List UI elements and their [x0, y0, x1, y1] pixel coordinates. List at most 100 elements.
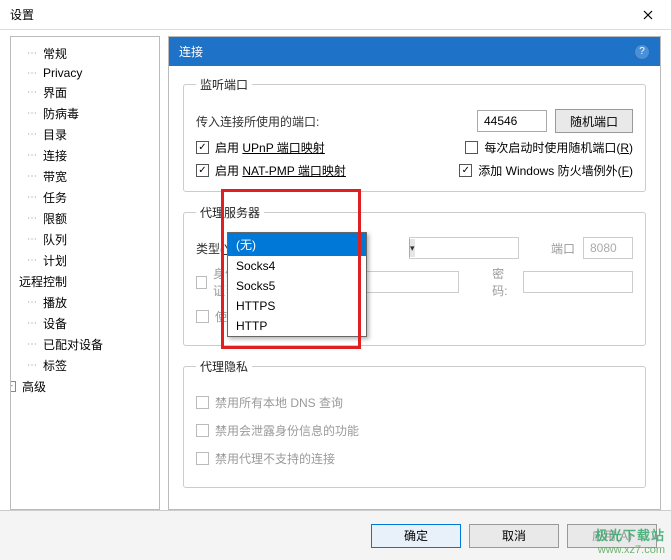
proxy-host-input: [409, 237, 519, 259]
random-start-checkbox[interactable]: 每次启动时使用随机端口(R): [465, 139, 633, 156]
checkbox-icon: [196, 396, 209, 409]
sidebar-item-label: 防病毒: [43, 105, 79, 122]
sidebar-item-advanced[interactable]: +高级: [15, 376, 155, 397]
sidebar-item-label: 标签: [43, 357, 67, 374]
sidebar-item-label: 远程控制: [19, 273, 67, 290]
sidebar-item-connection[interactable]: ⋯连接: [15, 145, 155, 166]
row-incoming-port: 传入连接所使用的端口: 随机端口: [196, 109, 633, 133]
incoming-port-label: 传入连接所使用的端口:: [196, 113, 319, 130]
dropdown-option[interactable]: HTTP: [228, 316, 366, 336]
sidebar-item-label: 已配对设备: [43, 336, 103, 353]
upnp-checkbox[interactable]: 启用 UPnP 端口映射: [196, 139, 325, 156]
section-listen-legend: 监听端口: [196, 76, 252, 93]
checkbox-icon: [196, 424, 209, 437]
sidebar-item-label: 播放: [43, 294, 67, 311]
sidebar-item-remote[interactable]: 远程控制: [15, 271, 155, 292]
row-natpmp-firewall: 启用 NAT-PMP 端口映射 添加 Windows 防火墙例外(F): [196, 162, 633, 179]
row-privacy-unsupported: 禁用代理不支持的连接: [196, 447, 633, 469]
panel-title: 连接: [179, 43, 203, 60]
close-button[interactable]: [625, 0, 671, 30]
checkbox-label: 添加 Windows 防火墙例外(F): [478, 162, 633, 179]
sidebar-item-label: 设备: [43, 315, 67, 332]
row-privacy-leak: 禁用会泄露身份信息的功能: [196, 419, 633, 441]
section-proxy-legend: 代理服务器: [196, 204, 264, 221]
dropdown-option[interactable]: Socks4: [228, 256, 366, 276]
privacy-leak-checkbox: 禁用会泄露身份信息的功能: [196, 422, 359, 439]
tree-dots-icon: ⋯: [27, 48, 37, 59]
dropdown-option[interactable]: (无): [228, 233, 366, 256]
sidebar-tree[interactable]: ⋯ 常规 ⋯ Privacy ⋯ 界面 ⋯ 防病毒 ⋯ 目录 ⋯连接 ⋯ 带宽 ⋯任务 ⋯ 限…: [10, 36, 160, 510]
incoming-port-input[interactable]: [477, 110, 547, 132]
tree-dots-icon: ⋯: [27, 129, 37, 140]
sidebar-item-label: 常规: [43, 45, 67, 62]
checkbox-label: 禁用会泄露身份信息的功能: [215, 422, 359, 439]
checkbox-icon: [196, 452, 209, 465]
checkbox-label: 每次启动时使用随机端口(R): [484, 139, 633, 156]
proxy-pass-input: [523, 271, 633, 293]
dropdown-option[interactable]: HTTPS: [228, 296, 366, 316]
tree-dots-icon: ⋯: [27, 171, 37, 182]
checkbox-icon: [196, 164, 209, 177]
cancel-button[interactable]: 取消: [469, 524, 559, 548]
sidebar-item-antivirus[interactable]: ⋯ 防病毒: [15, 103, 155, 124]
section-privacy: 代理隐私 禁用所有本地 DNS 查询 禁用会泄露身份信息的功能: [183, 358, 646, 488]
sidebar-item-paired[interactable]: ⋯ 已配对设备: [15, 334, 155, 355]
tree-dots-icon: ⋯: [27, 234, 37, 245]
row-upnp-random: 启用 UPnP 端口映射 每次启动时使用随机端口(R): [196, 139, 633, 156]
tree-dots-icon: ⋯: [27, 339, 37, 350]
checkbox-icon: [196, 276, 207, 289]
footer: 确定 取消 应用(A): [0, 510, 671, 560]
expand-icon[interactable]: +: [10, 381, 16, 392]
random-port-button[interactable]: 随机端口: [555, 109, 633, 133]
sidebar-item-label: 带宽: [43, 168, 67, 185]
tree-dots-icon: ⋯: [27, 108, 37, 119]
section-privacy-legend: 代理隐私: [196, 358, 252, 375]
chevron-down-icon[interactable]: ▾: [409, 239, 415, 257]
sidebar-item-queue[interactable]: ⋯队列: [15, 229, 155, 250]
dropdown-option[interactable]: Socks5: [228, 276, 366, 296]
proxy-port-label: 端口: [551, 240, 575, 257]
sidebar-item-playback[interactable]: ⋯ 播放: [15, 292, 155, 313]
sidebar-item-label: Privacy: [43, 66, 82, 80]
proxy-port-input: [583, 237, 633, 259]
firewall-checkbox[interactable]: 添加 Windows 防火墙例外(F): [459, 162, 633, 179]
checkbox-icon: [196, 310, 209, 323]
panel-header: 连接 ?: [169, 37, 660, 66]
sidebar-item-tasks[interactable]: ⋯任务: [15, 187, 155, 208]
checkbox-label: 启用 NAT-PMP 端口映射: [215, 162, 346, 179]
window-title: 设置: [10, 6, 34, 23]
natpmp-checkbox[interactable]: 启用 NAT-PMP 端口映射: [196, 162, 346, 179]
sidebar-item-label: 高级: [22, 378, 46, 395]
sidebar-item-label: 限额: [43, 210, 67, 227]
tree-dots-icon: ⋯: [27, 318, 37, 329]
sidebar-item-directories[interactable]: ⋯ 目录: [15, 124, 155, 145]
tree-dots-icon: ⋯: [27, 213, 37, 224]
privacy-dns-checkbox: 禁用所有本地 DNS 查询: [196, 394, 343, 411]
privacy-unsupported-checkbox: 禁用代理不支持的连接: [196, 450, 335, 467]
tree-dots-icon: ⋯: [27, 87, 37, 98]
sidebar-item-privacy[interactable]: ⋯ Privacy: [15, 64, 155, 82]
checkbox-icon: [465, 141, 478, 154]
help-icon[interactable]: ?: [634, 44, 650, 60]
tree-dots-icon: ⋯: [27, 297, 37, 308]
checkbox-label: 禁用代理不支持的连接: [215, 450, 335, 467]
close-icon: [643, 10, 653, 20]
tree-dots-icon: ⋯: [27, 150, 37, 161]
sidebar-item-devices[interactable]: ⋯ 设备: [15, 313, 155, 334]
tree-dots-icon: ⋯: [27, 192, 37, 203]
sidebar-item-tags[interactable]: ⋯标签: [15, 355, 155, 376]
sidebar-item-label: 目录: [43, 126, 67, 143]
sidebar-item-general[interactable]: ⋯ 常规: [15, 43, 155, 64]
sidebar-item-quota[interactable]: ⋯ 限额: [15, 208, 155, 229]
apply-button[interactable]: 应用(A): [567, 524, 657, 548]
sidebar-item-bandwidth[interactable]: ⋯ 带宽: [15, 166, 155, 187]
tree-dots-icon: ⋯: [27, 68, 37, 79]
sidebar-item-label: 界面: [43, 84, 67, 101]
sidebar-item-ui[interactable]: ⋯ 界面: [15, 82, 155, 103]
proxy-pass-label: 密码:: [492, 265, 515, 299]
ok-button[interactable]: 确定: [371, 524, 461, 548]
sidebar-item-schedule[interactable]: ⋯计划: [15, 250, 155, 271]
row-privacy-dns: 禁用所有本地 DNS 查询: [196, 391, 633, 413]
proxy-type-dropdown[interactable]: (无) Socks4 Socks5 HTTPS HTTP: [227, 232, 367, 337]
tree-dots-icon: ⋯: [27, 255, 37, 266]
